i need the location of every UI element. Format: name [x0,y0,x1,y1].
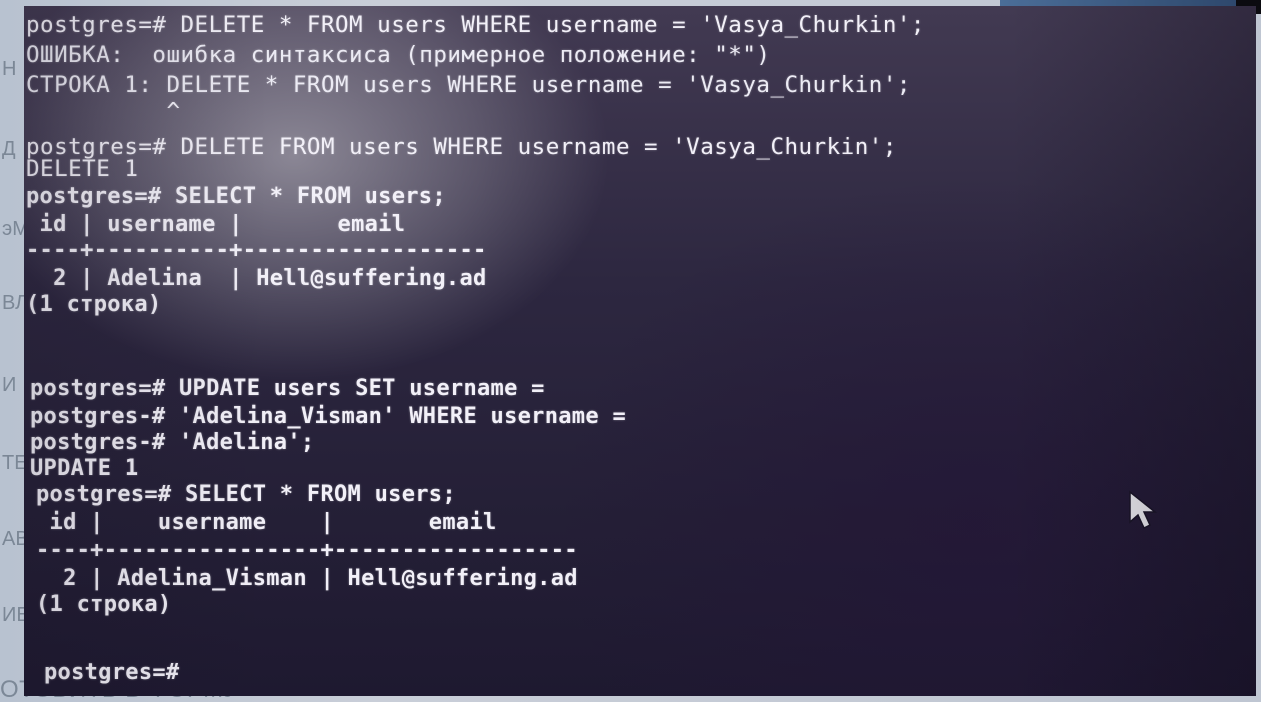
terminal-line-command: postgres=# SELECT * FROM users; [36,482,456,507]
background-doc-fragment: И [2,374,17,396]
table-separator: ----+----------------+------------------ [36,538,578,563]
terminal-line-command: postgres=# SELECT * FROM users; [26,184,446,209]
terminal-line-error-location: СТРОКА 1: DELETE * FROM users WHERE user… [26,72,911,98]
terminal-line-result: UPDATE 1 [30,456,139,481]
terminal-line-error-caret: ^ [26,98,181,124]
row-count: (1 строка) [26,292,162,317]
background-doc-fragment: Д [2,138,16,160]
terminal-line-command: postgres=# UPDATE users SET username = [30,376,545,401]
psql-terminal[interactable]: postgres=# DELETE * FROM users WHERE use… [24,6,1256,696]
table-header: id | username | email [36,510,497,535]
row-count: (1 строка) [36,592,172,617]
terminal-line-error: ОШИБКА: ошибка синтаксиса (примерное пол… [26,42,771,68]
mouse-pointer-icon [1129,490,1158,530]
terminal-line-command: postgres=# DELETE * FROM users WHERE use… [26,12,925,38]
table-separator: ----+----------+------------------ [26,238,487,263]
prompt-input[interactable]: postgres=# [44,660,179,685]
terminal-line-continuation: postgres-# 'Adelina'; [30,430,315,455]
terminal-line-continuation: postgres-# 'Adelina_Visman' WHERE userna… [30,404,626,429]
table-header: id | username | email [26,212,406,237]
table-row: 2 | Adelina | Hell@suffering.ad [26,266,487,291]
terminal-line-command: postgres=# DELETE FROM users WHERE usern… [26,134,897,160]
screen-photo: Н Д эМ ВЛ И ТЕ АВ ИЕ ОТОВИТЬ В ФОРМУ pos… [0,0,1261,702]
background-doc-fragment: Н [2,58,17,80]
terminal-line-result: DELETE 1 [26,156,139,182]
table-row: 2 | Adelina_Visman | Hell@suffering.ad [36,566,578,591]
